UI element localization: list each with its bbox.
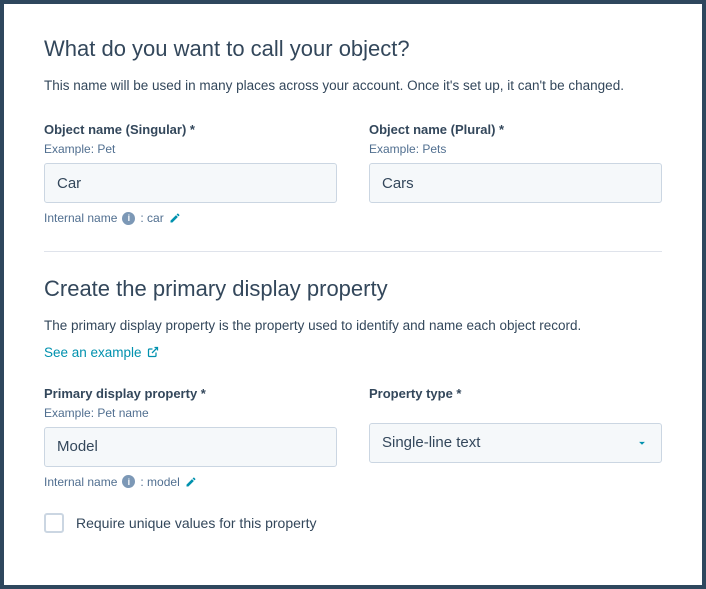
primary-property-input[interactable]	[44, 427, 337, 467]
edit-pencil-icon[interactable]	[169, 212, 181, 224]
property-type-select[interactable]: Single-line text	[369, 423, 662, 463]
internal-name-label: Internal name	[44, 211, 117, 225]
internal-name-label-2: Internal name	[44, 475, 117, 489]
external-link-icon	[147, 346, 159, 358]
plural-field-group: Object name (Plural) * Example: Pets	[369, 122, 662, 225]
divider	[44, 251, 662, 252]
property-type-value: Single-line text	[382, 434, 480, 451]
form-panel: What do you want to call your object? Th…	[0, 0, 706, 589]
internal-name-value-2: : model	[140, 475, 179, 489]
chevron-down-icon	[635, 436, 649, 450]
singular-field-group: Object name (Singular) * Example: Pet In…	[44, 122, 337, 225]
section1-heading: What do you want to call your object?	[44, 36, 662, 62]
singular-label: Object name (Singular) *	[44, 122, 337, 137]
plural-label: Object name (Plural) *	[369, 122, 662, 137]
singular-example: Example: Pet	[44, 142, 337, 156]
require-unique-checkbox[interactable]	[44, 513, 64, 533]
info-icon[interactable]: i	[122, 212, 135, 225]
edit-pencil-icon[interactable]	[185, 476, 197, 488]
require-unique-label: Require unique values for this property	[76, 515, 316, 531]
property-type-label: Property type *	[369, 386, 662, 401]
primary-property-group: Primary display property * Example: Pet …	[44, 386, 337, 489]
plural-example: Example: Pets	[369, 142, 662, 156]
see-example-link[interactable]: See an example	[44, 345, 159, 360]
section1-description: This name will be used in many places ac…	[44, 76, 662, 96]
property-type-group: Property type * Single-line text	[369, 386, 662, 489]
internal-name-value: : car	[140, 211, 163, 225]
primary-property-label: Primary display property *	[44, 386, 337, 401]
plural-input[interactable]	[369, 163, 662, 203]
info-icon[interactable]: i	[122, 475, 135, 488]
primary-property-example: Example: Pet name	[44, 406, 337, 420]
section2-description: The primary display property is the prop…	[44, 316, 662, 336]
section2-heading: Create the primary display property	[44, 276, 662, 302]
singular-input[interactable]	[44, 163, 337, 203]
